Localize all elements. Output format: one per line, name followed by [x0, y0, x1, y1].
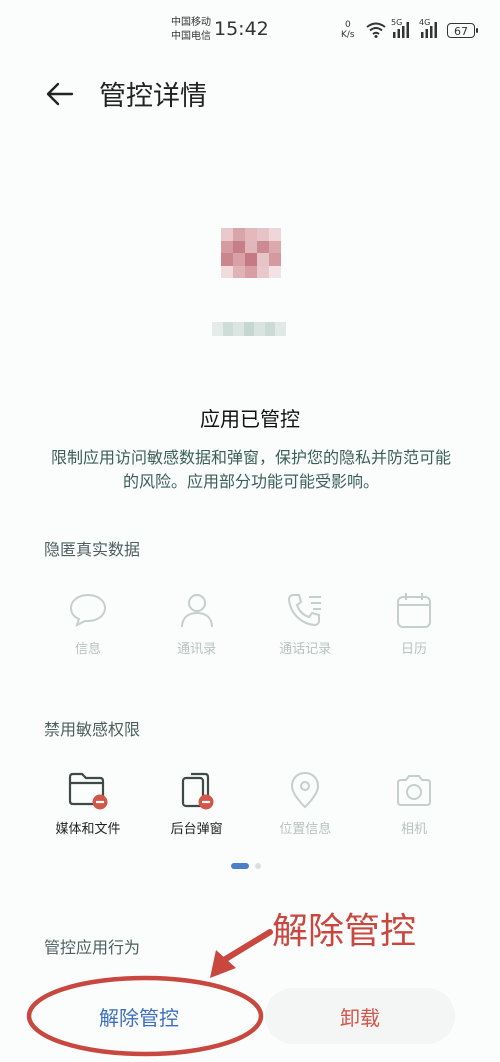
signal-bars-icon [393, 22, 409, 38]
perm-item-label: 位置信息 [279, 822, 332, 837]
net-speed: 0 K/s [341, 20, 355, 40]
app-name-blurred [212, 322, 287, 336]
hidden-data-section-label: 隐匿真实数据 [44, 540, 141, 559]
hidden-data-item-label: 日历 [400, 642, 427, 657]
net-speed-unit: K/s [341, 30, 355, 40]
popup-icon [181, 772, 214, 810]
uninstall-button[interactable]: 卸载 [265, 988, 455, 1044]
perm-item-label: 后台弹窗 [170, 822, 223, 837]
back-arrow-icon[interactable] [44, 78, 76, 110]
hidden-data-item-label: 通讯录 [177, 642, 217, 657]
control-status-title: 应用已管控 [200, 407, 300, 431]
hidden-data-item-label: 信息 [74, 642, 101, 657]
page-title: 管控详情 [99, 81, 207, 112]
hidden-data-item-call-log[interactable]: 通话记录 [253, 588, 357, 657]
page-dot-active [231, 863, 249, 869]
clock: 15:42 [214, 18, 269, 40]
annotation-arrow-shaft [221, 929, 273, 963]
page-dot [255, 863, 261, 869]
perm-item-label: 媒体和文件 [55, 822, 121, 837]
camera-icon [396, 775, 431, 806]
control-description: 限制应用访问敏感数据和弹窗，保护您的隐私并防范可能的风险。应用部分功能可能受影响… [50, 448, 451, 491]
hidden-data-item-contacts[interactable]: 通讯录 [145, 588, 249, 657]
perm-item-location[interactable]: 位置信息 [253, 768, 357, 837]
annotation-arrow-head [210, 950, 236, 978]
location-icon [291, 771, 320, 809]
wifi-icon [366, 22, 386, 38]
perm-item-camera[interactable]: 相机 [362, 768, 466, 837]
hidden-data-row: 信息 通讯录 通话记录 日历 [36, 588, 466, 657]
release-control-button[interactable]: 解除管控 [44, 988, 234, 1044]
hidden-data-item-messages[interactable]: 信息 [36, 588, 140, 657]
behavior-section-label: 管控应用行为 [44, 938, 141, 957]
perm-item-media-files[interactable]: 媒体和文件 [36, 768, 140, 837]
carrier-1: 中国移动 [171, 17, 211, 28]
banned-perms-section-label: 禁用敏感权限 [44, 720, 141, 739]
annotation-overlay [26, 929, 273, 1057]
carrier-2: 中国电信 [171, 31, 211, 42]
carrier-info: 中国移动 中国电信 [171, 16, 211, 44]
hidden-data-item-label: 通话记录 [279, 642, 332, 657]
annotation-label: 解除管控 [272, 911, 417, 952]
banned-perms-row: 媒体和文件 后台弹窗 位置信息 相机 [36, 768, 466, 837]
contacts-icon [180, 594, 213, 628]
net-speed-value: 0 [344, 20, 351, 30]
calendar-icon [396, 593, 431, 628]
page-indicator [231, 863, 261, 869]
folder-icon [68, 772, 108, 810]
message-icon [69, 593, 107, 627]
perm-item-background-popup[interactable]: 后台弹窗 [145, 768, 249, 837]
signal-bars-icon [421, 22, 437, 38]
call-log-icon [288, 594, 322, 627]
app-icon [221, 228, 281, 278]
status-bar: 中国移动 中国电信 15:42 0 K/s 5G 4G 67 [0, 0, 500, 60]
perm-item-label: 相机 [400, 822, 427, 837]
battery-indicator: 67 [447, 23, 478, 38]
hidden-data-item-calendar[interactable]: 日历 [362, 588, 466, 657]
